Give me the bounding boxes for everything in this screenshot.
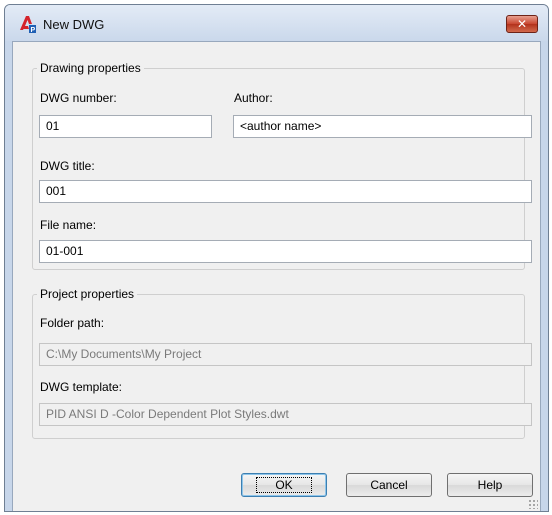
cancel-button[interactable]: Cancel <box>346 473 432 497</box>
dialog-body: Drawing properties DWG number: Author: 0… <box>12 41 541 511</box>
dwg-title-field[interactable]: 001 <box>39 180 532 203</box>
drawing-properties-legend: Drawing properties <box>40 61 141 75</box>
folder-path-label: Folder path: <box>40 316 105 330</box>
ok-button[interactable]: OK <box>241 473 327 497</box>
autocad-p-icon: P <box>20 16 36 33</box>
file-name-label: File name: <box>40 218 97 232</box>
dwg-title-label: DWG title: <box>40 159 95 173</box>
resize-grip-icon[interactable] <box>528 499 538 509</box>
file-name-field[interactable]: 01-001 <box>39 240 532 263</box>
dwg-number-field[interactable]: 01 <box>39 115 212 138</box>
svg-text:P: P <box>31 27 36 33</box>
ok-button-label: OK <box>256 477 312 493</box>
dwg-number-label: DWG number: <box>40 91 117 105</box>
project-properties-legend: Project properties <box>40 287 135 301</box>
close-icon: ✕ <box>516 17 528 31</box>
help-button[interactable]: Help <box>447 473 533 497</box>
dwg-template-field: PID ANSI D -Color Dependent Plot Styles.… <box>39 403 532 426</box>
folder-path-field: C:\My Documents\My Project <box>39 343 532 366</box>
title-bar[interactable]: P New DWG ✕ <box>5 5 548 41</box>
cancel-button-label: Cancel <box>370 478 408 492</box>
window-title: New DWG <box>43 17 105 32</box>
dwg-template-label: DWG template: <box>40 380 123 394</box>
help-button-label: Help <box>477 478 503 492</box>
new-dwg-dialog: P New DWG ✕ Drawing properties DWG numbe… <box>4 4 549 512</box>
author-field[interactable]: <author name> <box>233 115 532 138</box>
author-label: Author: <box>234 91 273 105</box>
close-button[interactable]: ✕ <box>506 15 538 33</box>
